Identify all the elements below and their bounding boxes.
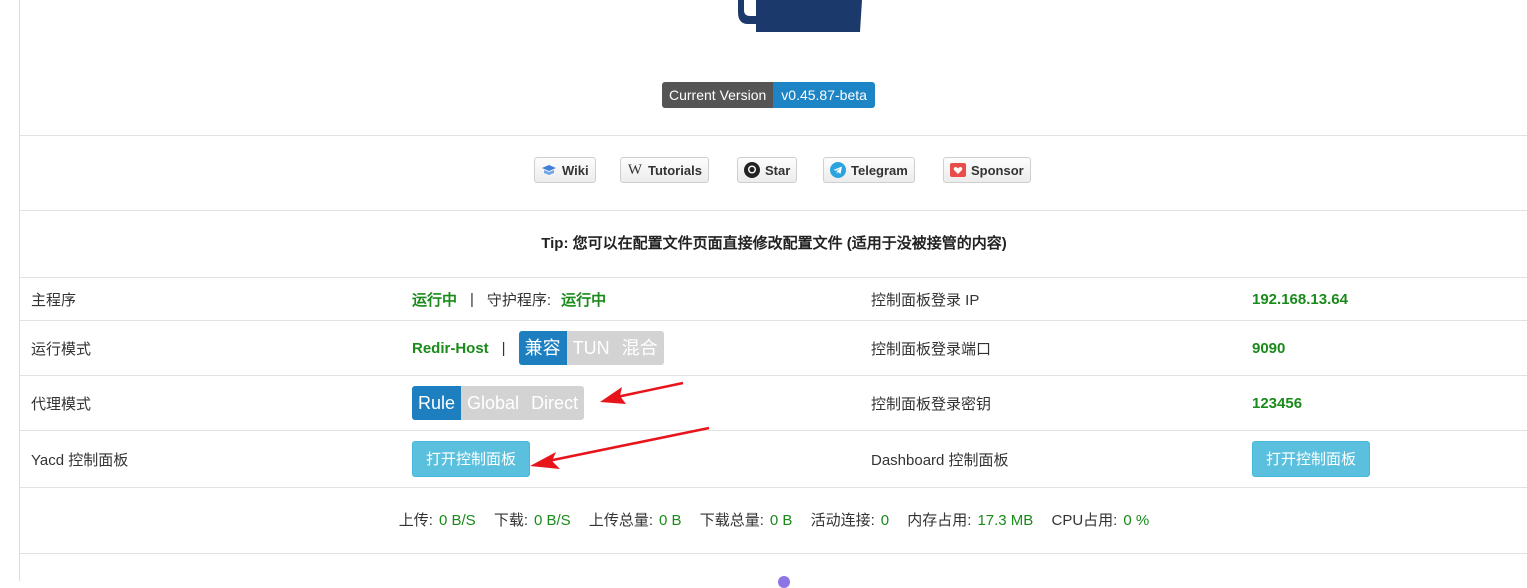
proxy-mode-option-rule[interactable]: Rule <box>412 386 462 420</box>
tip-text: Tip: 您可以在配置文件页面直接修改配置文件 (适用于没被接管的内容) <box>541 235 1007 252</box>
panel-secret-label: 控制面板登录密钥 <box>871 395 992 413</box>
wiki-button[interactable]: Wiki <box>534 157 596 183</box>
panel-secret-value: 123456 <box>1252 394 1303 412</box>
version-badge: Current Version v0.45.87-beta <box>662 82 875 108</box>
connections-label: 活动连接: <box>810 512 875 529</box>
memory-value: 17.3 MB <box>977 512 1034 529</box>
run-mode-option-compat[interactable]: 兼容 <box>518 331 567 365</box>
main-label: 主程序 <box>31 291 77 309</box>
yacd-button-cell: 打开控制面板 <box>412 431 531 487</box>
run-mode-switch: 兼容 TUN 混合 <box>518 331 664 365</box>
open-dashboard-button[interactable]: 打开控制面板 <box>1252 441 1371 477</box>
tutorials-label: Tutorials <box>648 162 702 178</box>
daemon-status: 运行中 <box>561 291 607 309</box>
main-status-group: 运行中 | 守护程序: 运行中 <box>412 278 606 320</box>
wiki-label: Wiki <box>562 162 589 178</box>
open-yacd-button[interactable]: 打开控制面板 <box>412 441 531 477</box>
book-icon <box>541 162 557 178</box>
telegram-button[interactable]: Telegram <box>823 157 915 183</box>
run-mode-label: 运行模式 <box>31 340 92 358</box>
traffic-stats: 上传: 0 B/S 下载: 0 B/S 上传总量: 0 B 下载总量: 0 B 活动连接… <box>20 509 1527 530</box>
sponsor-button[interactable]: Sponsor <box>943 157 1031 183</box>
proxy-mode-group: Rule Global Direct <box>412 376 585 430</box>
panel-ip-label: 控制面板登录 IP <box>871 291 980 309</box>
table-row-dashboards: Yacd 控制面板 打开控制面板 Dashboard 控制面板 打开控制面板 <box>20 430 1527 487</box>
github-icon <box>744 162 760 178</box>
loading-dot <box>778 576 790 588</box>
connections-value: 0 <box>880 512 890 529</box>
run-mode-value: Redir-Host <box>412 339 489 357</box>
download-total-value: 0 B <box>769 512 793 529</box>
upload-value: 0 B/S <box>438 512 476 529</box>
cpu-label: CPU占用: <box>1051 512 1118 529</box>
panel-ip-value: 192.168.13.64 <box>1252 290 1348 308</box>
run-mode-group: Redir-Host | 兼容 TUN 混合 <box>412 321 664 375</box>
tutorials-button[interactable]: W Tutorials <box>620 157 709 183</box>
dashboard-label: Dashboard 控制面板 <box>871 451 1009 469</box>
table-row-proxy-mode: 代理模式 Rule Global Direct 控制面板登录密钥 123456 <box>20 375 1527 430</box>
star-label: Star <box>765 162 791 178</box>
link-bar: Wiki W Tutorials Star Telegram Sponsor <box>20 157 1527 184</box>
separator: | <box>501 339 506 357</box>
panel-port-label: 控制面板登录端口 <box>871 340 992 358</box>
run-mode-option-tun[interactable]: TUN <box>566 331 616 365</box>
cpu-value: 0 % <box>1123 512 1150 529</box>
upload-total-value: 0 B <box>659 512 682 529</box>
proxy-mode-switch: Rule Global Direct <box>412 386 585 420</box>
table-row-run-mode: 运行模式 Redir-Host | 兼容 TUN 混合 控制面板登录端口 909… <box>20 320 1527 375</box>
yacd-label: Yacd 控制面板 <box>31 451 129 469</box>
star-button[interactable]: Star <box>737 157 798 183</box>
mug-logo-icon <box>738 0 862 32</box>
divider <box>20 487 1527 488</box>
telegram-icon <box>830 162 846 178</box>
upload-total-label: 上传总量: <box>588 512 654 529</box>
run-mode-option-mixed[interactable]: 混合 <box>615 331 664 365</box>
divider <box>20 553 1527 554</box>
sponsor-icon <box>950 162 966 178</box>
divider <box>20 210 1527 211</box>
version-label: Current Version <box>662 82 774 108</box>
divider <box>20 135 1527 136</box>
separator: | <box>470 290 474 308</box>
sponsor-label: Sponsor <box>971 162 1024 178</box>
telegram-label: Telegram <box>851 162 908 178</box>
table-row-main: 主程序 运行中 | 守护程序: 运行中 控制面板登录 IP 192.168.13… <box>20 277 1527 320</box>
proxy-mode-option-global[interactable]: Global <box>461 386 526 420</box>
proxy-mode-option-direct[interactable]: Direct <box>525 386 585 420</box>
proxy-mode-label: 代理模式 <box>31 395 92 413</box>
download-total-label: 下载总量: <box>699 512 764 529</box>
main-status: 运行中 <box>412 291 458 309</box>
main-frame: Current Version v0.45.87-beta Wiki W Tut… <box>19 0 1527 588</box>
dashboard-button-cell: 打开控制面板 <box>1252 431 1371 487</box>
download-value: 0 B/S <box>534 512 571 529</box>
daemon-label: 守护程序: <box>486 291 552 309</box>
wikipedia-icon: W <box>627 161 643 178</box>
download-label: 下载: <box>493 512 528 529</box>
version-value: v0.45.87-beta <box>773 82 875 108</box>
panel-port-value: 9090 <box>1252 339 1286 357</box>
memory-label: 内存占用: <box>907 512 972 529</box>
upload-label: 上传: <box>398 512 433 529</box>
